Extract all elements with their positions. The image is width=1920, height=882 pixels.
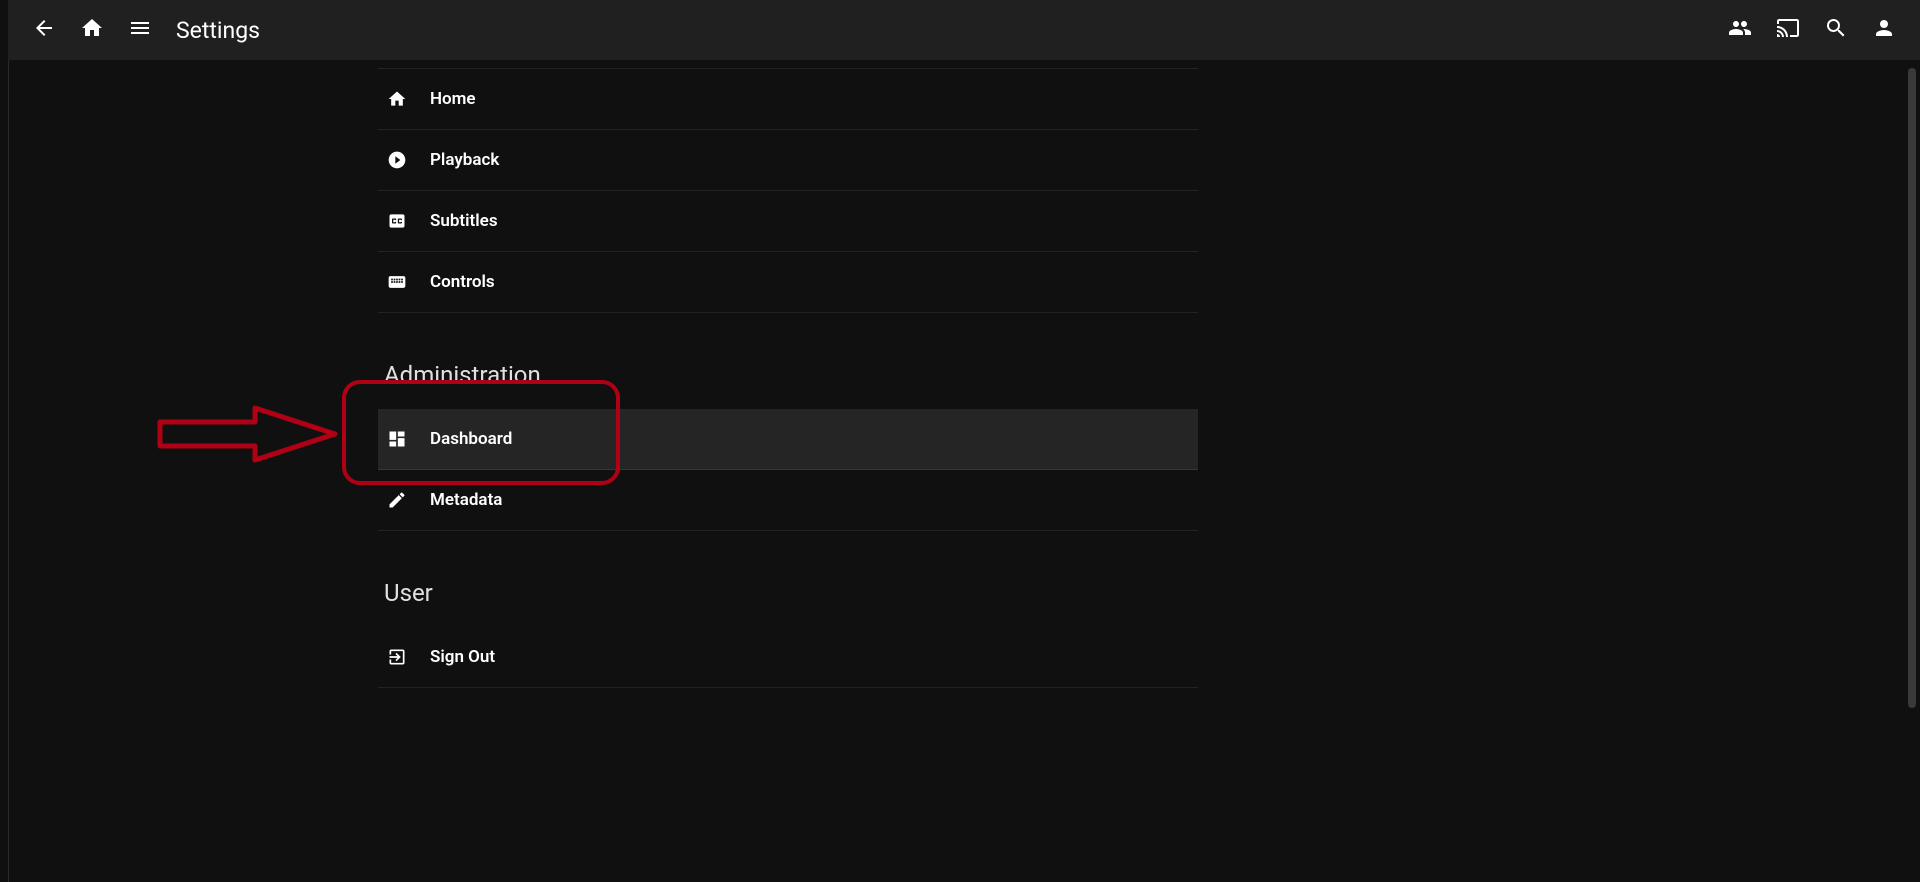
settings-item-metadata[interactable]: Metadata [378, 470, 1198, 531]
search-icon [1824, 16, 1848, 44]
settings-item-playback[interactable]: Playback [378, 130, 1198, 191]
arrow-back-icon [32, 16, 56, 44]
settings-item-label: Dashboard [430, 429, 512, 449]
settings-item-subtitles[interactable]: Subtitles [378, 191, 1198, 252]
syncplay-button[interactable] [1716, 6, 1764, 54]
page-title: Settings [176, 17, 260, 44]
top-bar: Settings [8, 0, 1920, 60]
settings-item-label: Subtitles [430, 211, 498, 231]
keyboard-icon [386, 271, 408, 293]
dashboard-icon [386, 428, 408, 450]
home-icon [386, 88, 408, 110]
scrollbar[interactable] [1904, 60, 1916, 882]
menu-icon [128, 16, 152, 44]
settings-item-label: Sign Out [430, 647, 495, 667]
settings-item-label: Controls [430, 272, 495, 292]
settings-item-home[interactable]: Home [378, 69, 1198, 130]
edit-icon [386, 489, 408, 511]
user-button[interactable] [1860, 6, 1908, 54]
scrollbar-thumb[interactable] [1908, 68, 1916, 708]
section-header-administration: Administration [378, 361, 1198, 389]
settings-item-label: Metadata [430, 490, 502, 510]
person-icon [1872, 16, 1896, 44]
settings-item-dashboard[interactable]: Dashboard [378, 409, 1198, 470]
home-button[interactable] [68, 6, 116, 54]
play-circle-icon [386, 149, 408, 171]
back-button[interactable] [20, 6, 68, 54]
menu-button[interactable] [116, 6, 164, 54]
section-header-user: User [378, 579, 1198, 607]
settings-item-label: Home [430, 89, 476, 109]
cast-button[interactable] [1764, 6, 1812, 54]
exit-icon [386, 646, 408, 668]
people-icon [1728, 16, 1752, 44]
settings-item-label: Playback [430, 150, 499, 170]
content-area: Home Playback Subtitles Controls Adminis… [8, 60, 1920, 882]
closed-caption-icon [386, 210, 408, 232]
home-icon [80, 16, 104, 44]
settings-item-signout[interactable]: Sign Out [378, 627, 1198, 688]
cast-icon [1776, 16, 1800, 44]
settings-item-controls[interactable]: Controls [378, 252, 1198, 313]
search-button[interactable] [1812, 6, 1860, 54]
settings-panel: Home Playback Subtitles Controls Adminis… [378, 68, 1198, 688]
